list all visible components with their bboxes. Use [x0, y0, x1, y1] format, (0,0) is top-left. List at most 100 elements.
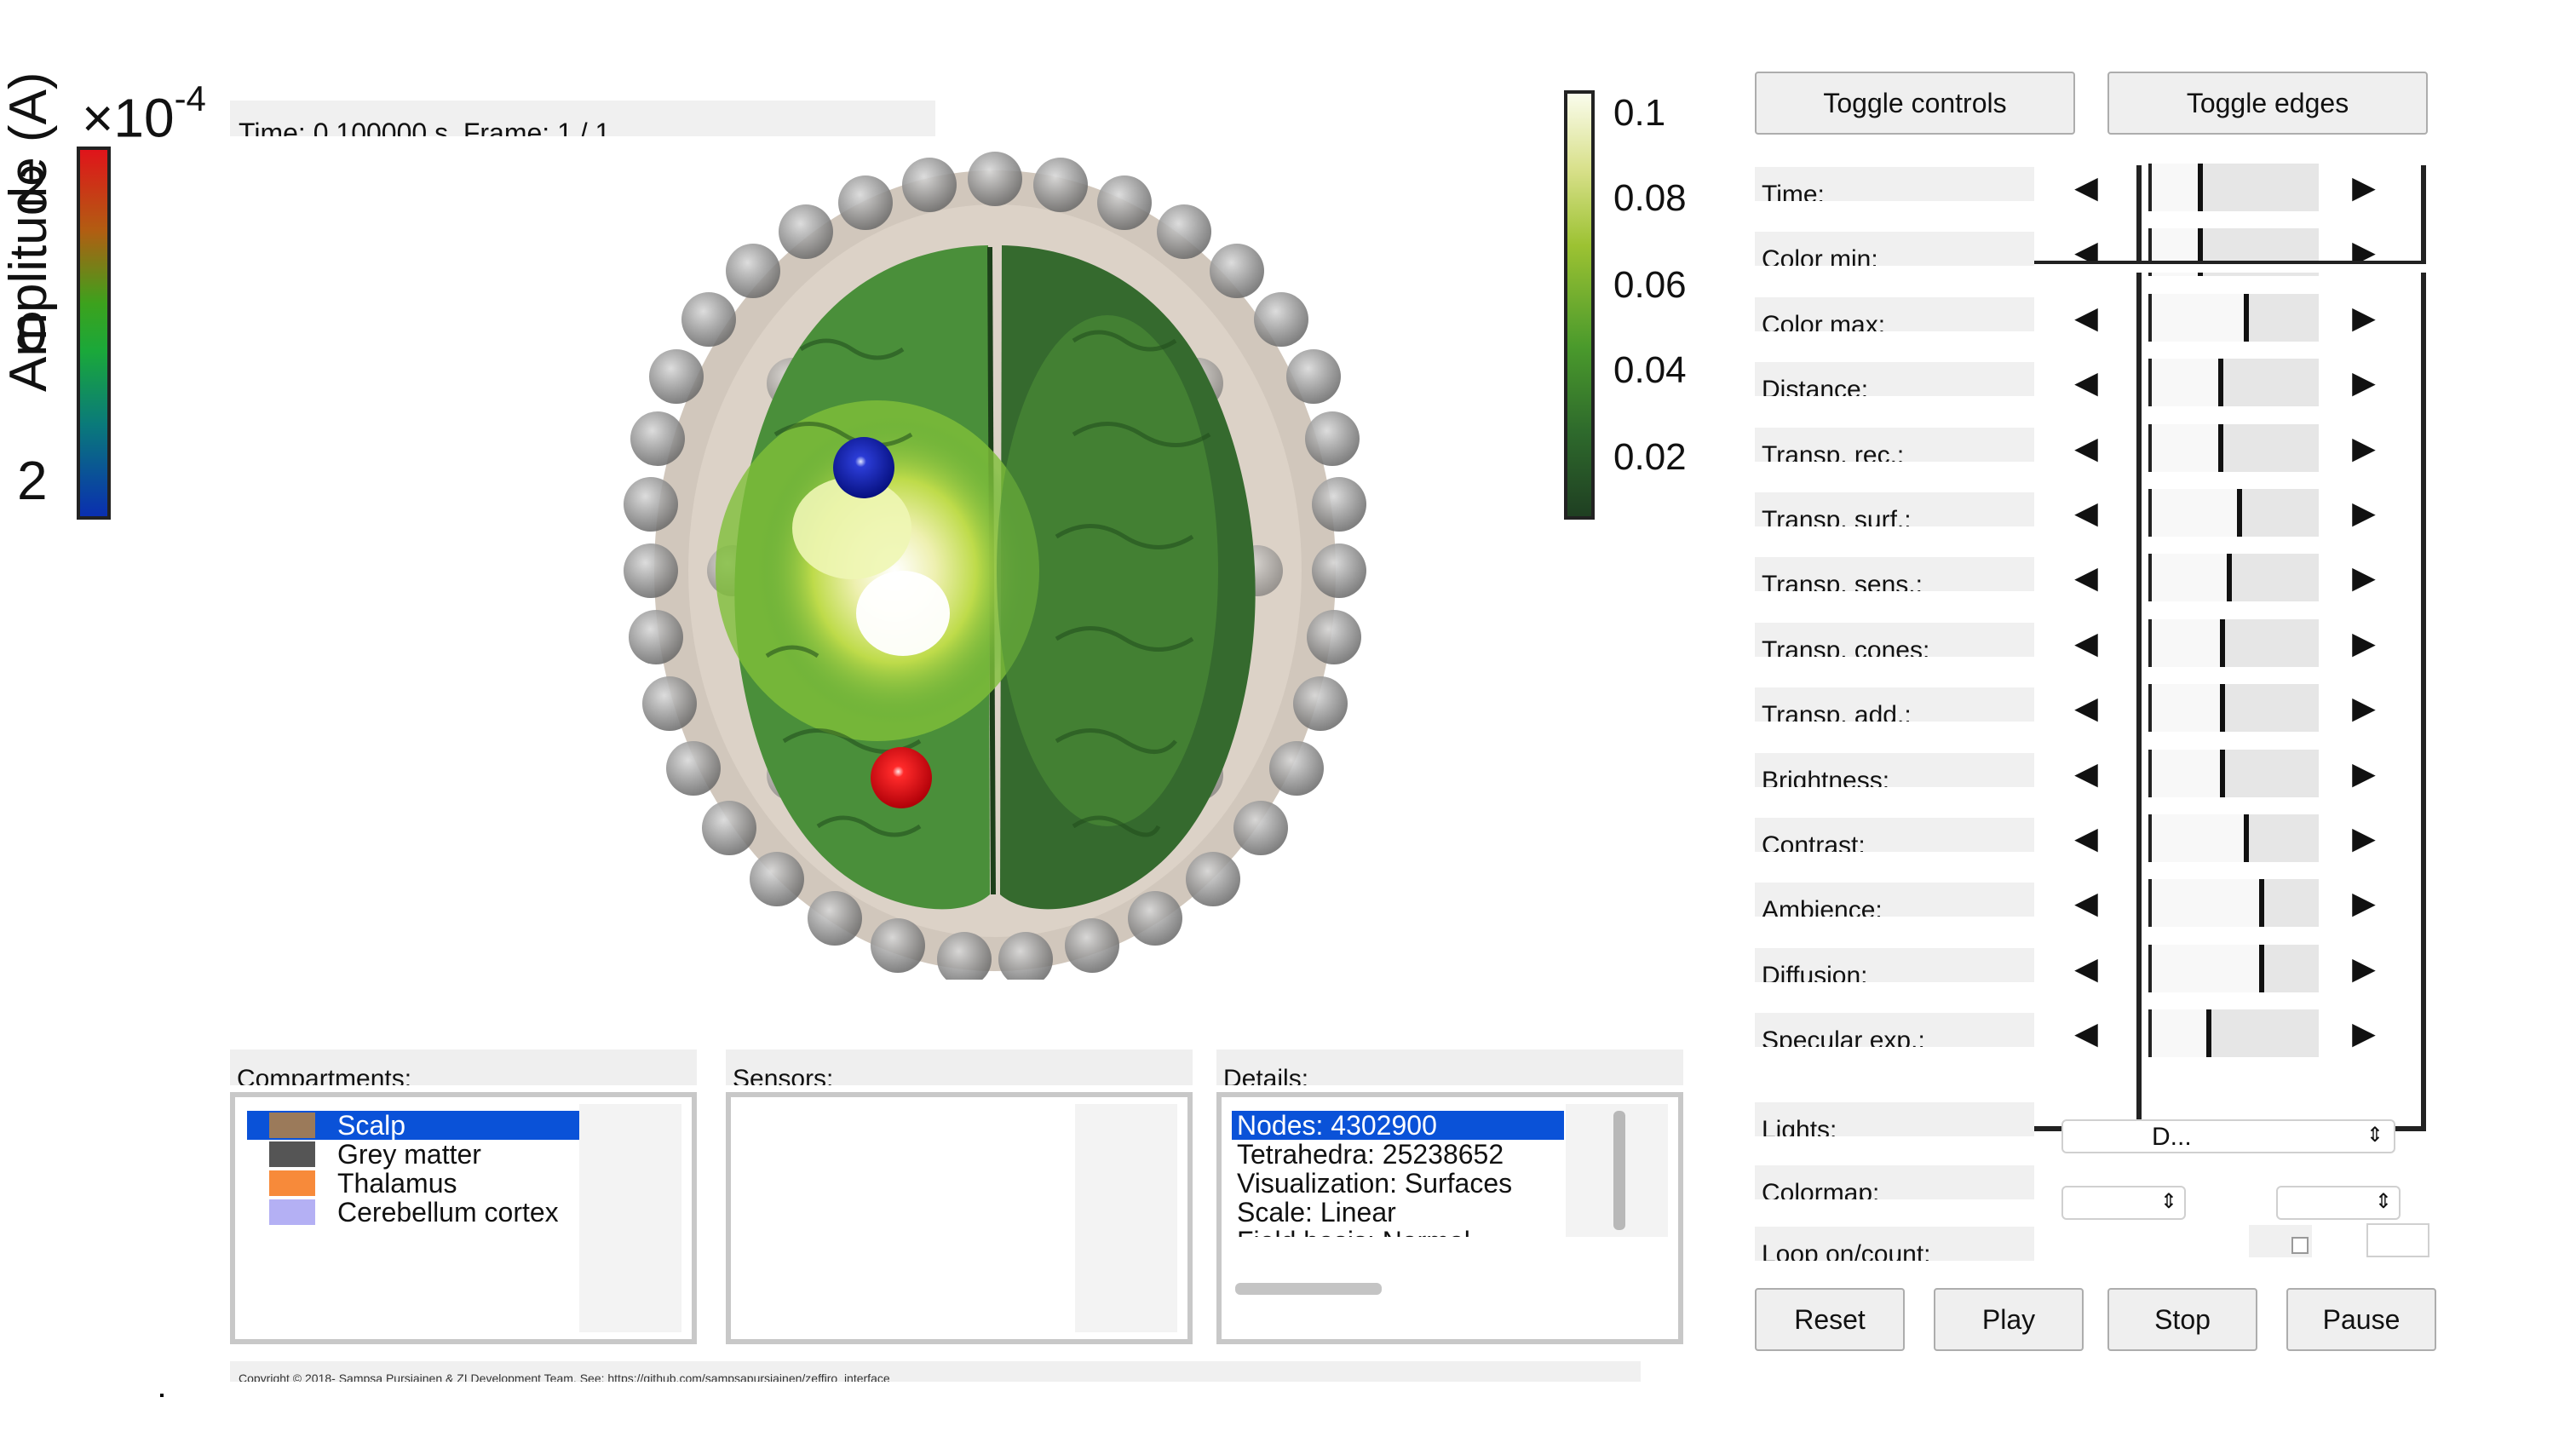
lights-select[interactable]: D... ⇕ [2061, 1119, 2395, 1153]
slider-thumb[interactable] [2152, 750, 2225, 797]
slider-thumb[interactable] [2152, 945, 2264, 992]
increment-arrow-icon[interactable]: ▶ [2339, 294, 2389, 342]
red-electrode-marker [871, 747, 932, 808]
details-scrollbar-thumb[interactable] [1613, 1111, 1625, 1230]
lights-label-bar: Lights: [1755, 1102, 2034, 1136]
decrement-arrow-icon[interactable]: ◀ [2061, 294, 2111, 342]
loop-checkbox-area [2249, 1225, 2312, 1257]
slider-thumb[interactable] [2152, 489, 2242, 537]
sensors-label: Sensors: [733, 1065, 834, 1085]
control-slider[interactable] [2148, 1009, 2319, 1057]
decrement-arrow-icon[interactable]: ◀ [2061, 164, 2111, 211]
increment-arrow-icon[interactable]: ▶ [2339, 814, 2389, 862]
compartments-list[interactable]: Scalp Grey matter Thalamus Cerebellum co… [230, 1092, 697, 1344]
compartment-item-cerebellum-cortex[interactable]: Cerebellum cortex [337, 1198, 559, 1227]
control-label-bar: Brightness: [1755, 753, 2034, 787]
details-label-bar: Details: [1216, 1049, 1683, 1085]
play-button[interactable]: Play [1934, 1288, 2084, 1351]
loop-checkbox[interactable] [2291, 1237, 2309, 1254]
control-label-bar: Ambience: [1755, 883, 2034, 917]
compartment-item-scalp[interactable]: Scalp [337, 1111, 405, 1140]
stop-button[interactable]: Stop [2107, 1288, 2257, 1351]
details-item-visualization[interactable]: Visualization: Surfaces [1237, 1169, 1512, 1198]
decrement-arrow-icon[interactable]: ◀ [2061, 359, 2111, 406]
control-slider[interactable] [2148, 619, 2319, 667]
control-slider[interactable] [2148, 684, 2319, 732]
control-slider[interactable] [2148, 554, 2319, 601]
control-slider[interactable] [2148, 424, 2319, 472]
control-slider[interactable] [2148, 164, 2319, 211]
increment-arrow-icon[interactable]: ▶ [2339, 359, 2389, 406]
compartment-item-thalamus[interactable]: Thalamus [337, 1169, 457, 1198]
compartment-item-grey-matter[interactable]: Grey matter [337, 1140, 481, 1169]
amplitude-tick-bottom: 2 [17, 450, 48, 511]
control-slider[interactable] [2148, 945, 2319, 992]
decrement-arrow-icon[interactable]: ◀ [2061, 554, 2111, 601]
details-hscroll-thumb[interactable] [1235, 1283, 1382, 1295]
increment-arrow-icon[interactable]: ▶ [2339, 424, 2389, 472]
control-slider[interactable] [2148, 814, 2319, 862]
slider-thumb[interactable] [2152, 164, 2203, 211]
decrement-arrow-icon[interactable]: ◀ [2061, 879, 2111, 927]
increment-arrow-icon[interactable]: ▶ [2339, 684, 2389, 732]
toggle-edges-button[interactable]: Toggle edges [2107, 72, 2428, 135]
increment-arrow-icon[interactable]: ▶ [2339, 750, 2389, 797]
control-slider[interactable] [2148, 879, 2319, 927]
increment-arrow-icon[interactable]: ▶ [2339, 1009, 2389, 1057]
details-item-scale[interactable]: Scale: Linear [1237, 1198, 1396, 1227]
reset-button[interactable]: Reset [1755, 1288, 1905, 1351]
amplitude-colorbar [77, 147, 111, 520]
slider-thumb[interactable] [2152, 619, 2225, 667]
decrement-arrow-icon[interactable]: ◀ [2061, 945, 2111, 992]
details-item-nodes[interactable]: Nodes: 4302900 [1237, 1111, 1437, 1140]
decrement-arrow-icon[interactable]: ◀ [2061, 619, 2111, 667]
sensors-list[interactable] [726, 1092, 1193, 1344]
decrement-arrow-icon[interactable]: ◀ [2061, 489, 2111, 537]
details-item-field-basis[interactable]: Field basis: Normal [1237, 1227, 1470, 1237]
decrement-arrow-icon[interactable]: ◀ [2061, 1009, 2111, 1057]
decrement-arrow-icon[interactable]: ◀ [2061, 814, 2111, 862]
details-item-tetrahedra[interactable]: Tetrahedra: 25238652 [1237, 1140, 1504, 1169]
control-slider[interactable] [2148, 359, 2319, 406]
chevron-updown-icon: ⇕ [2159, 1190, 2177, 1213]
decrement-arrow-icon[interactable]: ◀ [2061, 424, 2111, 472]
amplitude-axis-label: Amplitude (A) [0, 72, 58, 392]
details-list[interactable]: Nodes: 4302900 Tetrahedra: 25238652 Visu… [1216, 1092, 1683, 1344]
slider-thumb[interactable] [2152, 684, 2225, 732]
slider-thumb[interactable] [2152, 1009, 2211, 1057]
decrement-arrow-icon[interactable]: ◀ [2061, 750, 2111, 797]
slider-thumb[interactable] [2152, 359, 2223, 406]
compartment-color-swatch [269, 1113, 315, 1138]
value-tick-2: 0.06 [1613, 264, 1687, 306]
increment-arrow-icon[interactable]: ▶ [2339, 554, 2389, 601]
loop-count-input[interactable] [2366, 1223, 2429, 1257]
decrement-arrow-icon[interactable]: ◀ [2061, 684, 2111, 732]
time-frame-text: Time: 0.100000 s, Frame: 1 / 1 [239, 118, 611, 136]
slider-thumb[interactable] [2152, 424, 2223, 472]
control-label-bar: Color max: [1755, 297, 2034, 331]
compartments-scrollbar-track[interactable] [579, 1104, 681, 1332]
details-scrollbar-track[interactable] [1566, 1104, 1668, 1237]
control-label-bar: Transp. surf.: [1755, 492, 2034, 526]
slider-thumb[interactable] [2152, 554, 2232, 601]
increment-arrow-icon[interactable]: ▶ [2339, 619, 2389, 667]
increment-arrow-icon[interactable]: ▶ [2339, 945, 2389, 992]
brain-visualization[interactable] [596, 128, 1397, 986]
compartments-label: Compartments: [237, 1065, 412, 1085]
slider-thumb[interactable] [2152, 294, 2249, 342]
sensors-scrollbar-track[interactable] [1075, 1104, 1177, 1332]
control-label-bar: Distance: [1755, 362, 2034, 396]
control-label: Transp. sens.: [1762, 571, 1923, 591]
slider-thumb[interactable] [2152, 879, 2264, 927]
colormap-select-a[interactable]: ⇕ [2061, 1186, 2186, 1220]
control-slider[interactable] [2148, 489, 2319, 537]
pause-button[interactable]: Pause [2286, 1288, 2436, 1351]
slider-thumb[interactable] [2152, 814, 2249, 862]
control-slider[interactable] [2148, 294, 2319, 342]
increment-arrow-icon[interactable]: ▶ [2339, 879, 2389, 927]
toggle-controls-button[interactable]: Toggle controls [1755, 72, 2075, 135]
increment-arrow-icon[interactable]: ▶ [2339, 164, 2389, 211]
control-slider[interactable] [2148, 750, 2319, 797]
increment-arrow-icon[interactable]: ▶ [2339, 489, 2389, 537]
colormap-select-b[interactable]: ⇕ [2276, 1186, 2401, 1220]
